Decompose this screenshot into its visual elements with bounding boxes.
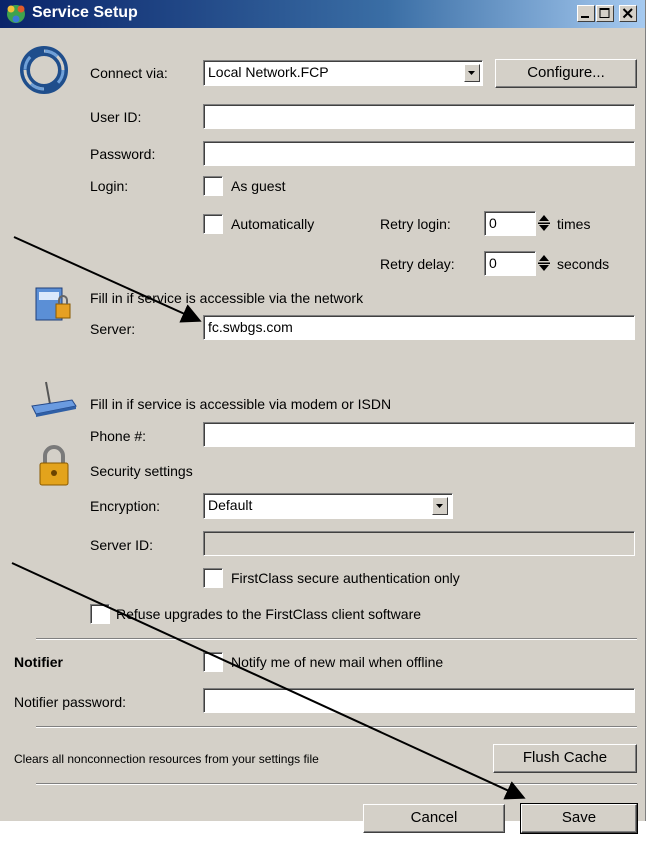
annotation-arrows bbox=[11, 236, 526, 800]
arrow-to-server-field bbox=[13, 236, 202, 323]
arrow-to-save-button bbox=[11, 562, 526, 800]
